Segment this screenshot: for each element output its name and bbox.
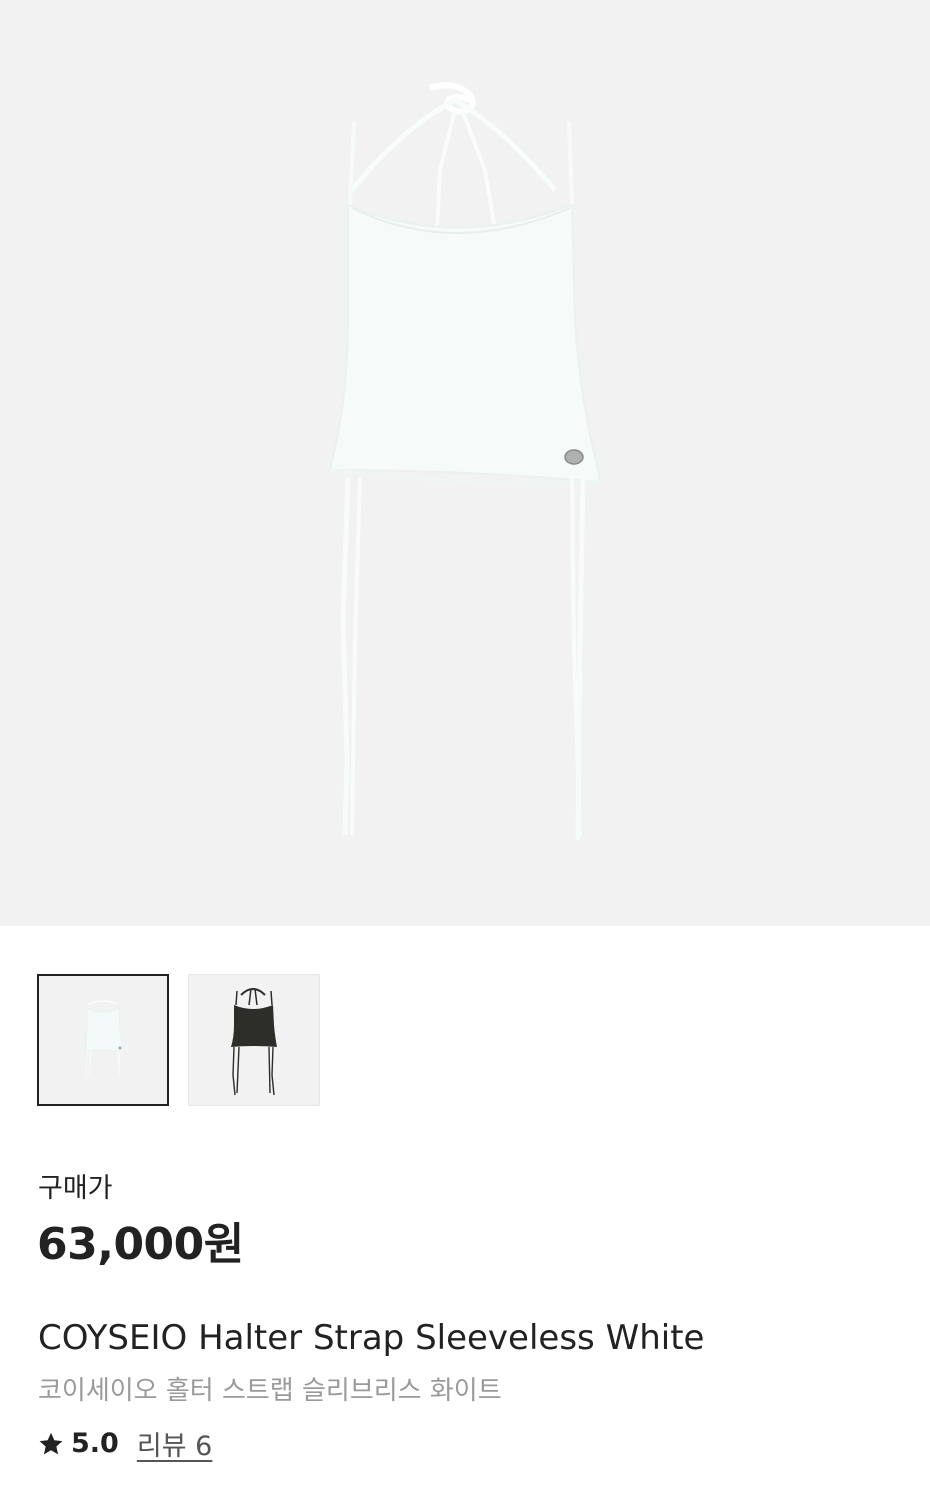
price-label: 구매가 bbox=[38, 1173, 113, 1204]
white-halter-top-illustration bbox=[328, 82, 602, 841]
black-halter-top-thumb-icon bbox=[231, 988, 277, 1096]
thumbnail-strip bbox=[37, 974, 320, 1106]
product-name-english: COYSEIO Halter Strap Sleeveless White bbox=[38, 1318, 705, 1358]
star-icon bbox=[39, 1432, 63, 1454]
rating-row: 5.0 리뷰 6 bbox=[37, 1424, 212, 1463]
white-halter-top-thumb-icon bbox=[84, 1000, 125, 1079]
thumbnail-white[interactable] bbox=[37, 974, 169, 1106]
thumbnail-black[interactable] bbox=[188, 974, 320, 1106]
product-main-image[interactable] bbox=[0, 0, 930, 926]
review-count-link[interactable]: 리뷰 6 bbox=[137, 1424, 212, 1463]
rating-value: 5.0 bbox=[71, 1428, 119, 1459]
price-value: 63,000원 bbox=[37, 1219, 244, 1270]
product-name-korean: 코이세이오 홀터 스트랩 슬리브리스 화이트 bbox=[38, 1376, 502, 1406]
